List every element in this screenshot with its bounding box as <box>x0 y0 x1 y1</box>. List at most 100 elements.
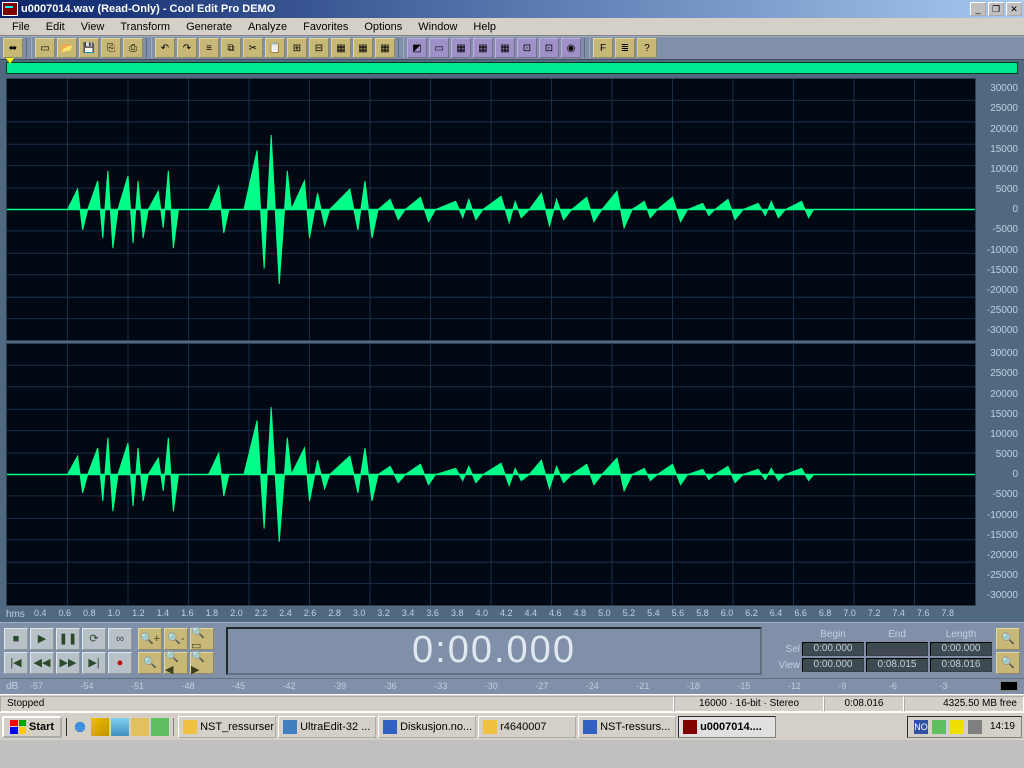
menu-transform[interactable]: Transform <box>112 19 178 35</box>
menu-analyze[interactable]: Analyze <box>240 19 295 35</box>
outlook-icon[interactable] <box>91 718 109 736</box>
view-length[interactable]: 0:08.016 <box>930 658 992 672</box>
convert-button[interactable]: ≡ <box>199 38 219 58</box>
rewind-button[interactable]: ◀◀ <box>30 652 54 674</box>
menu-edit[interactable]: Edit <box>38 19 73 35</box>
vzoom-in-button[interactable]: 🔍 <box>996 628 1020 650</box>
taskbar-button[interactable]: NST-ressurs... <box>578 716 676 738</box>
time-tick: 4.0 <box>475 608 488 618</box>
record-button[interactable]: ● <box>108 652 132 674</box>
clock[interactable]: 14:19 <box>990 721 1015 732</box>
zoom-in-button[interactable]: 🔍+ <box>138 628 162 650</box>
start-button[interactable]: Start <box>2 716 62 738</box>
zoom-right-button[interactable]: 🔍▶ <box>190 652 214 674</box>
view-end[interactable]: 0:08.015 <box>866 658 928 672</box>
scripts-button[interactable]: F <box>593 38 613 58</box>
view1-button[interactable]: ▦ <box>451 38 471 58</box>
trim-button[interactable]: ⊟ <box>309 38 329 58</box>
go-end-button[interactable]: ▶| <box>82 652 106 674</box>
taskbar-button[interactable]: Diskusjon.no... <box>378 716 476 738</box>
settings-button[interactable]: ⊡ <box>517 38 537 58</box>
waveform-right-channel[interactable] <box>6 343 976 606</box>
loop-button[interactable]: ∞ <box>108 628 132 650</box>
time-tick: 1.0 <box>108 608 121 618</box>
menu-favorites[interactable]: Favorites <box>295 19 356 35</box>
menu-file[interactable]: File <box>4 19 38 35</box>
stop-button[interactable]: ■ <box>4 628 28 650</box>
sel-length[interactable]: 0:00.000 <box>930 642 992 656</box>
vzoom-out-button[interactable]: 🔍 <box>996 652 1020 674</box>
sel-begin[interactable]: 0:00.000 <box>802 642 864 656</box>
zoom-out-button[interactable]: 🔍- <box>164 628 188 650</box>
restore-button[interactable]: ❐ <box>988 2 1004 16</box>
time-tick: 0.4 <box>34 608 47 618</box>
minimize-button[interactable]: _ <box>970 2 986 16</box>
db-tick: -51 <box>131 681 144 691</box>
paste-button[interactable]: 📋 <box>265 38 285 58</box>
desktop-icon[interactable] <box>111 718 129 736</box>
play-to-end-button[interactable]: ⟳ <box>82 628 106 650</box>
group-button[interactable]: ▦ <box>331 38 351 58</box>
batch-button[interactable]: ⎙ <box>123 38 143 58</box>
spectral-button[interactable]: ◩ <box>407 38 427 58</box>
fav-button[interactable]: ≣ <box>615 38 635 58</box>
help-button[interactable]: ? <box>637 38 657 58</box>
view3-button[interactable]: ▦ <box>495 38 515 58</box>
forward-button[interactable]: ▶▶ <box>56 652 80 674</box>
ruler-button[interactable]: ▭ <box>429 38 449 58</box>
go-start-button[interactable]: |◀ <box>4 652 28 674</box>
explorer-icon[interactable] <box>131 718 149 736</box>
group3-button[interactable]: ▦ <box>375 38 395 58</box>
overview-cursor[interactable] <box>6 58 14 64</box>
status-bar: Stopped 16000 · 16-bit · Stereo 0:08.016… <box>0 694 1024 712</box>
view2-button[interactable]: ▦ <box>473 38 493 58</box>
app-icon[interactable] <box>151 718 169 736</box>
zoom-full-button[interactable]: 🔍▭ <box>190 628 214 650</box>
menu-window[interactable]: Window <box>410 19 465 35</box>
level-meter[interactable]: dB -57-54-51-48-45-42-39-36-33-30-27-24-… <box>0 678 1024 694</box>
sel-end[interactable] <box>866 642 928 656</box>
taskbar-button[interactable]: UltraEdit-32 ... <box>278 716 376 738</box>
close-button[interactable]: ✕ <box>1006 2 1022 16</box>
overview-waveform <box>6 62 1018 74</box>
info-button[interactable]: ⊡ <box>539 38 559 58</box>
time-tick: 6.2 <box>745 608 758 618</box>
group2-button[interactable]: ▦ <box>353 38 373 58</box>
save-copy-button[interactable]: ⎘ <box>101 38 121 58</box>
taskbar-button[interactable]: NST_ressurser <box>178 716 276 738</box>
lang-indicator[interactable]: NO <box>914 720 928 734</box>
volume-icon[interactable] <box>950 720 964 734</box>
mix-paste-button[interactable]: ⊞ <box>287 38 307 58</box>
cd-button[interactable]: ◉ <box>561 38 581 58</box>
view-begin[interactable]: 0:00.000 <box>802 658 864 672</box>
ie-icon[interactable] <box>71 718 89 736</box>
time-tick: 7.4 <box>892 608 905 618</box>
taskbar-button[interactable]: u0007014.... <box>678 716 776 738</box>
time-tick: 1.8 <box>206 608 219 618</box>
play-button[interactable]: ▶ <box>30 628 54 650</box>
amp-tick: 5000 <box>996 449 1018 460</box>
redo-button[interactable]: ↷ <box>177 38 197 58</box>
waveform-left-channel[interactable] <box>6 78 976 341</box>
cut-button[interactable]: ✂ <box>243 38 263 58</box>
menu-view[interactable]: View <box>73 19 113 35</box>
tray-icon-2[interactable] <box>968 720 982 734</box>
toggle-view-button[interactable]: ⬌ <box>3 38 23 58</box>
undo-button[interactable]: ↶ <box>155 38 175 58</box>
db-tick: -33 <box>434 681 447 691</box>
pause-button[interactable]: ❚❚ <box>56 628 80 650</box>
zoom-left-button[interactable]: 🔍◀ <box>164 652 188 674</box>
time-tick: 3.8 <box>451 608 464 618</box>
taskbar-button[interactable]: r4640007 <box>478 716 576 738</box>
overview-bar[interactable] <box>0 60 1024 76</box>
open-button[interactable]: 📂 <box>57 38 77 58</box>
menu-generate[interactable]: Generate <box>178 19 240 35</box>
tray-icon-1[interactable] <box>932 720 946 734</box>
menu-help[interactable]: Help <box>465 19 504 35</box>
new-button[interactable]: ▭ <box>35 38 55 58</box>
copy-button[interactable]: ⧉ <box>221 38 241 58</box>
zoom-sel-button[interactable]: 🔍 <box>138 652 162 674</box>
menu-options[interactable]: Options <box>356 19 410 35</box>
save-button[interactable]: 💾 <box>79 38 99 58</box>
time-ruler[interactable]: hms 0.40.60.81.01.21.41.61.82.02.22.42.6… <box>0 606 1024 622</box>
